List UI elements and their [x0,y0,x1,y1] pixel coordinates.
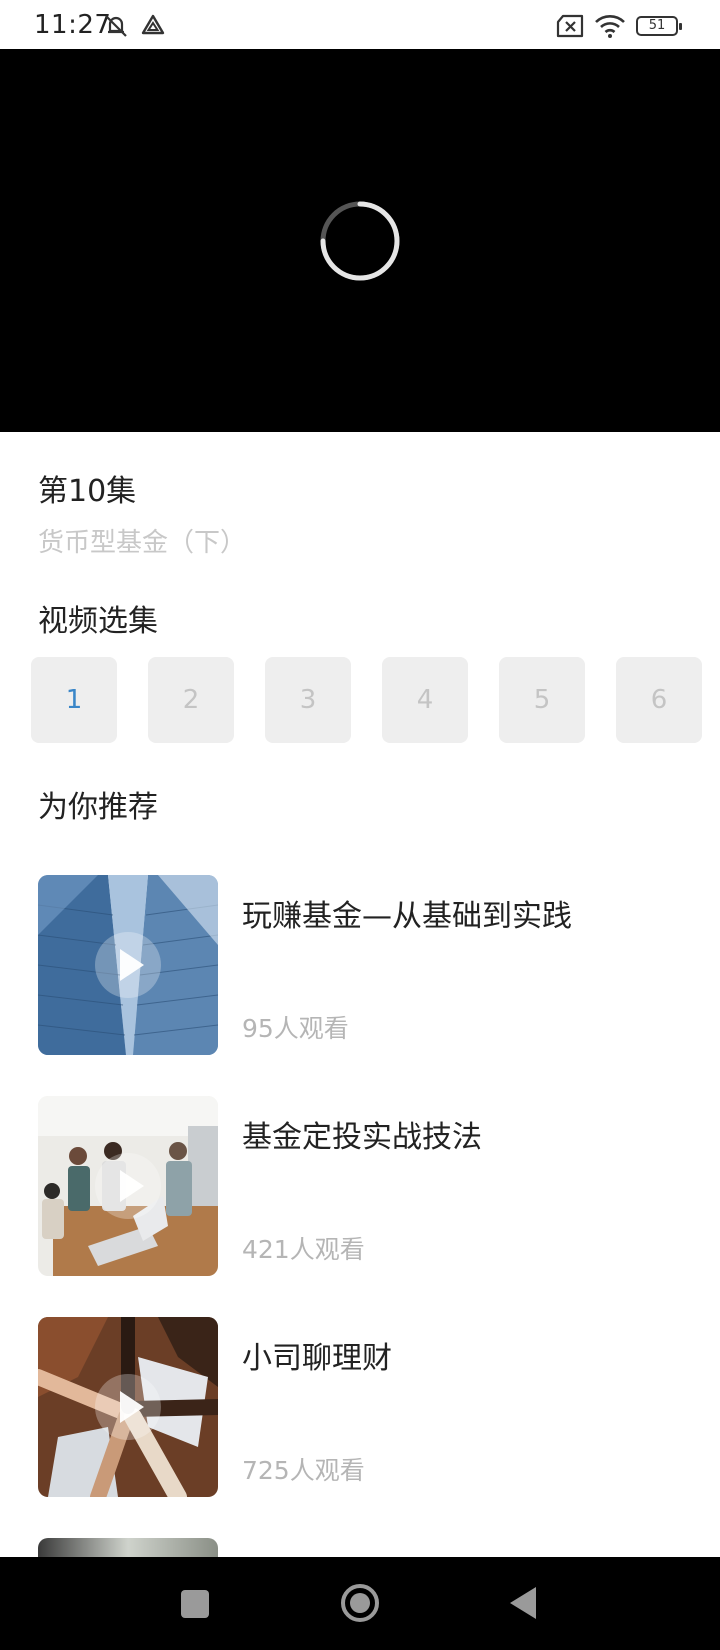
battery-indicator: 51 [636,16,682,36]
system-nav-bar [0,1557,720,1650]
play-icon [95,1153,161,1219]
episode-subtitle: 货币型基金（下） [38,528,247,558]
recommend-section-title: 为你推荐 [38,790,158,825]
episode-button-2[interactable]: 2 [148,657,234,743]
play-icon [95,1374,161,1440]
recommend-item[interactable]: 玩赚基金—从基础到实践 95人观看 [38,875,698,1055]
status-time: 11:27 [34,10,112,40]
loading-spinner-icon [320,201,400,281]
recommend-item-views: 95人观看 [242,1014,349,1043]
episode-button-5[interactable]: 5 [499,657,585,743]
video-thumbnail-partial[interactable] [38,1538,218,1558]
recommend-item-title: 基金定投实战技法 [242,1120,482,1155]
episode-button-1[interactable]: 1 [31,657,117,743]
video-thumbnail[interactable] [38,1317,218,1497]
mute-notification-icon [102,12,130,44]
episode-title: 第10集 [38,474,137,509]
episode-button-6[interactable]: 6 [616,657,702,743]
recent-apps-icon[interactable] [180,1589,210,1619]
back-icon[interactable] [508,1586,538,1620]
home-icon[interactable] [340,1583,380,1623]
video-player[interactable] [0,49,720,432]
recommend-item-views: 725人观看 [242,1456,365,1485]
video-thumbnail[interactable] [38,875,218,1055]
episodes-section-title: 视频选集 [38,604,158,639]
play-icon [95,932,161,998]
no-sim-icon [556,14,586,42]
recommend-item-title: 小司聊理财 [242,1341,392,1376]
recommend-item[interactable]: 小司聊理财 725人观看 [38,1317,698,1497]
status-bar: 11:27 51 [0,0,720,49]
episode-selector: 1 2 3 4 5 6 [31,657,720,743]
recommend-item[interactable]: 基金定投实战技法 421人观看 [38,1096,698,1276]
recommend-item-title: 玩赚基金—从基础到实践 [242,899,572,934]
drive-icon [140,12,166,42]
recommend-item-views: 421人观看 [242,1235,365,1264]
video-thumbnail[interactable] [38,1096,218,1276]
wifi-icon [594,12,626,44]
episode-button-3[interactable]: 3 [265,657,351,743]
episode-button-4[interactable]: 4 [382,657,468,743]
